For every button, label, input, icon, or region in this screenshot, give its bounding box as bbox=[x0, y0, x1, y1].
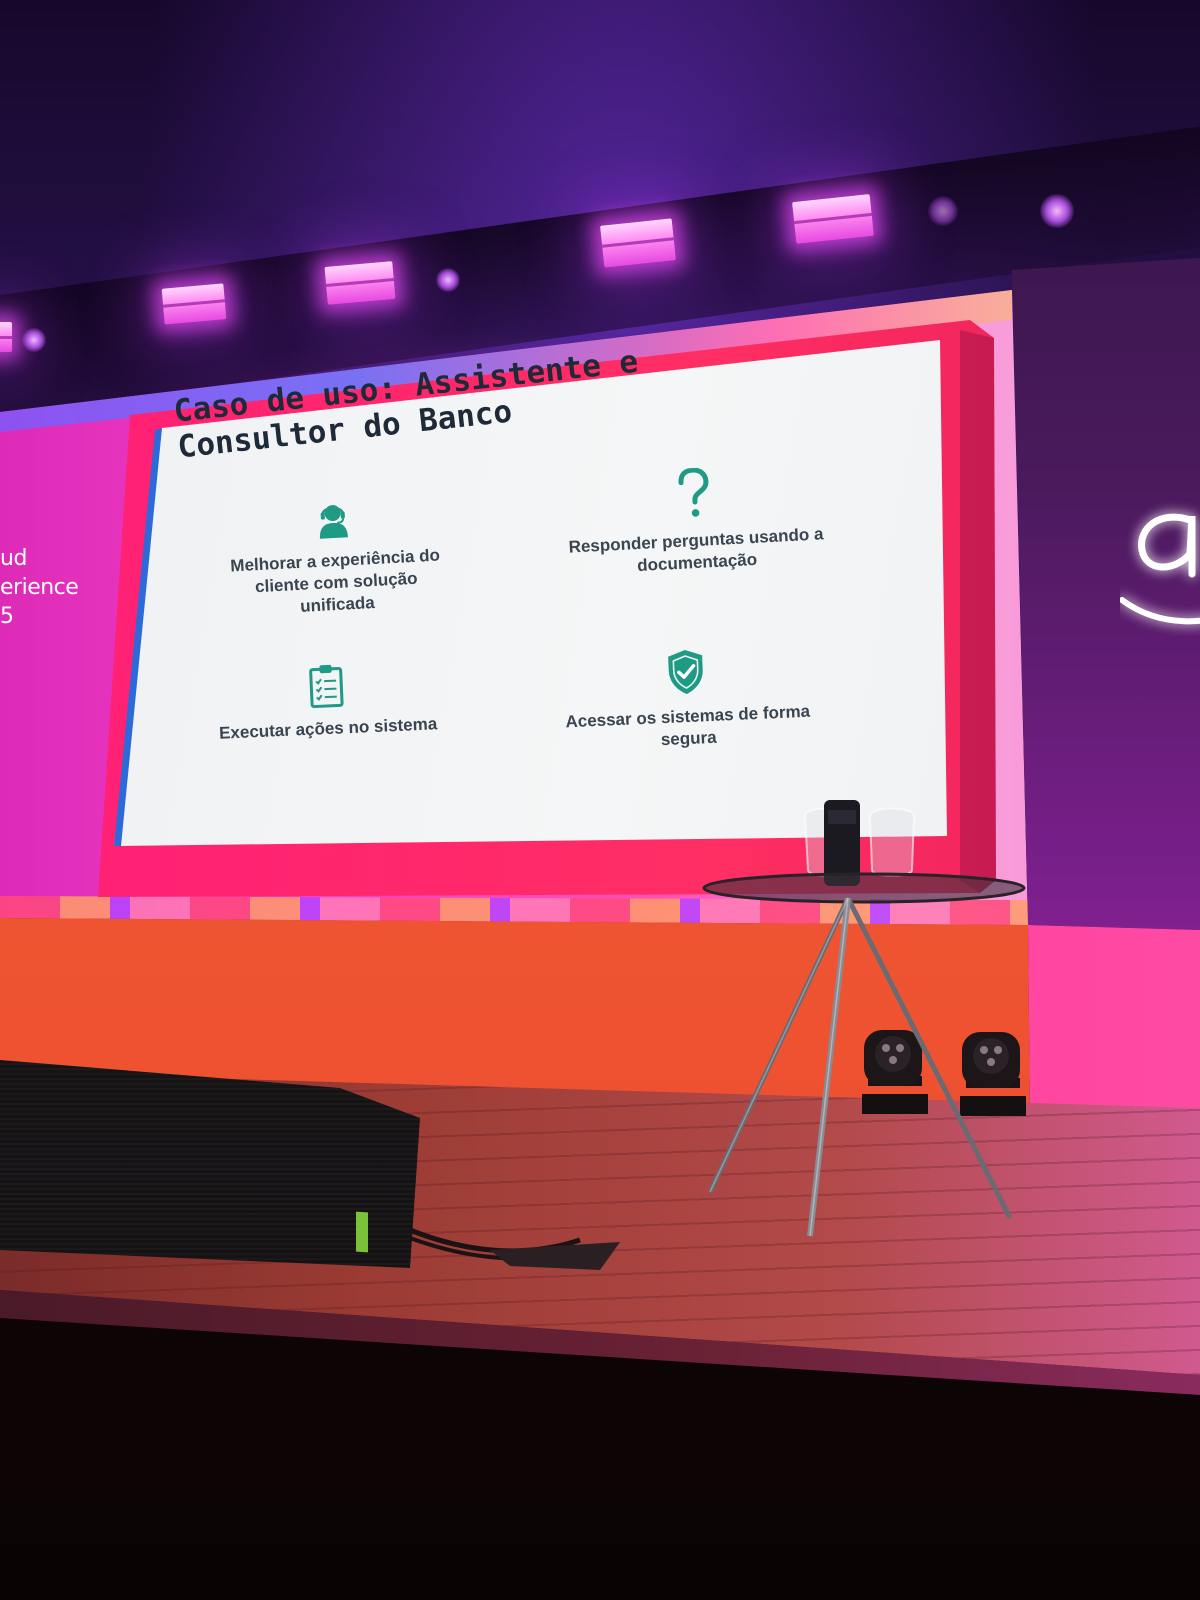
stage-photo: ud erience 5 Caso de uso: Assistente e C… bbox=[0, 0, 1200, 1600]
left-panel-line: 5 bbox=[0, 604, 14, 629]
feature-answer-questions: Responder perguntas usando a documentaçã… bbox=[557, 461, 832, 581]
neon-logo-icon bbox=[1120, 513, 1200, 625]
stage-spotlight bbox=[436, 268, 460, 292]
stage-spotlight bbox=[1040, 194, 1074, 228]
clipboard-checklist-icon bbox=[309, 664, 344, 709]
cables-icon bbox=[409, 1227, 620, 1270]
question-mark-icon bbox=[678, 467, 709, 517]
customer-support-icon bbox=[319, 505, 348, 539]
stage-light-bar bbox=[324, 261, 396, 305]
tripod-side-table-icon bbox=[702, 800, 1026, 1237]
feature-customer-experience: Melhorar a experiência do cliente com so… bbox=[197, 493, 473, 623]
stage-spotlight bbox=[928, 196, 958, 226]
left-panel-line: ud bbox=[0, 546, 27, 571]
speaker-tab bbox=[356, 1211, 368, 1253]
feature-execute-actions: Executar ações no sistema bbox=[190, 658, 463, 746]
left-panel-text: ud erience 5 bbox=[0, 544, 79, 631]
feature-secure-access: Acessar os sistemas de forma segura bbox=[550, 642, 824, 756]
feature-label: Melhorar a experiência do cliente com so… bbox=[229, 545, 441, 616]
left-panel-line: erience bbox=[0, 575, 79, 600]
stage-light-bar bbox=[792, 194, 874, 244]
shield-check-icon bbox=[668, 650, 703, 695]
stage-light-bar bbox=[600, 218, 676, 268]
